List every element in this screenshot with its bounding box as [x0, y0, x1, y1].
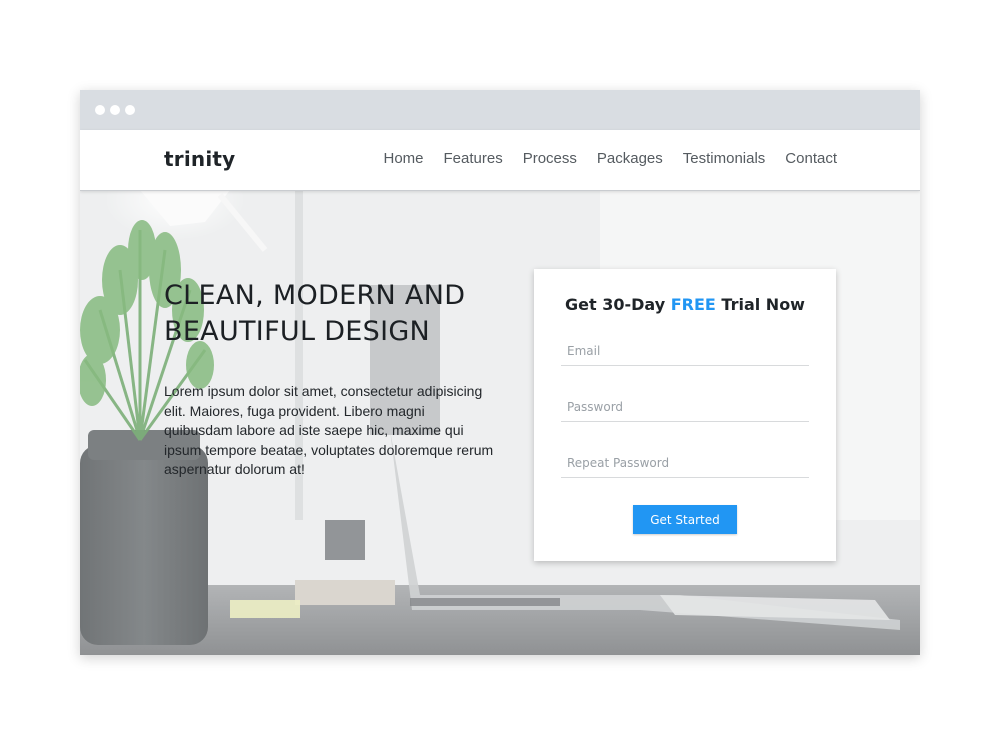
nav-item-home[interactable]: Home [383, 150, 423, 167]
hero-lead-text: Lorem ipsum dolor sit amet, consectetur … [164, 383, 494, 477]
site-navbar: trinity Home Features Process Packages T… [80, 130, 920, 191]
brand-logo[interactable]: trinity [164, 147, 235, 171]
nav-item-features[interactable]: Features [444, 150, 503, 167]
signup-title: Get 30-Day FREE Trial Now [534, 295, 836, 314]
signup-title-prefix: Get 30-Day [565, 295, 671, 314]
signup-card: Get 30-Day FREE Trial Now Get Started [534, 269, 836, 561]
email-field[interactable] [561, 336, 809, 366]
signup-title-highlight: FREE [670, 295, 716, 314]
hero-headline: CLEAN, MODERN AND BEAUTIFUL DESIGN [164, 280, 466, 347]
nav-item-testimonials[interactable]: Testimonials [683, 150, 766, 167]
nav-item-process[interactable]: Process [523, 150, 577, 167]
password-field[interactable] [561, 392, 809, 422]
signup-title-suffix: Trial Now [715, 295, 805, 314]
window-dot-icon[interactable] [125, 105, 135, 115]
browser-window: trinity Home Features Process Packages T… [80, 90, 920, 655]
nav-item-packages[interactable]: Packages [597, 150, 663, 167]
nav-item-contact[interactable]: Contact [785, 150, 837, 167]
browser-titlebar [80, 90, 920, 130]
hero-section: CLEAN, MODERN AND BEAUTIFUL DESIGN Lorem… [80, 190, 920, 655]
repeat-password-field[interactable] [561, 448, 809, 478]
get-started-button[interactable]: Get Started [633, 505, 737, 534]
window-dot-icon[interactable] [95, 105, 105, 115]
window-dot-icon[interactable] [110, 105, 120, 115]
main-nav: Home Features Process Packages Testimoni… [383, 150, 837, 167]
